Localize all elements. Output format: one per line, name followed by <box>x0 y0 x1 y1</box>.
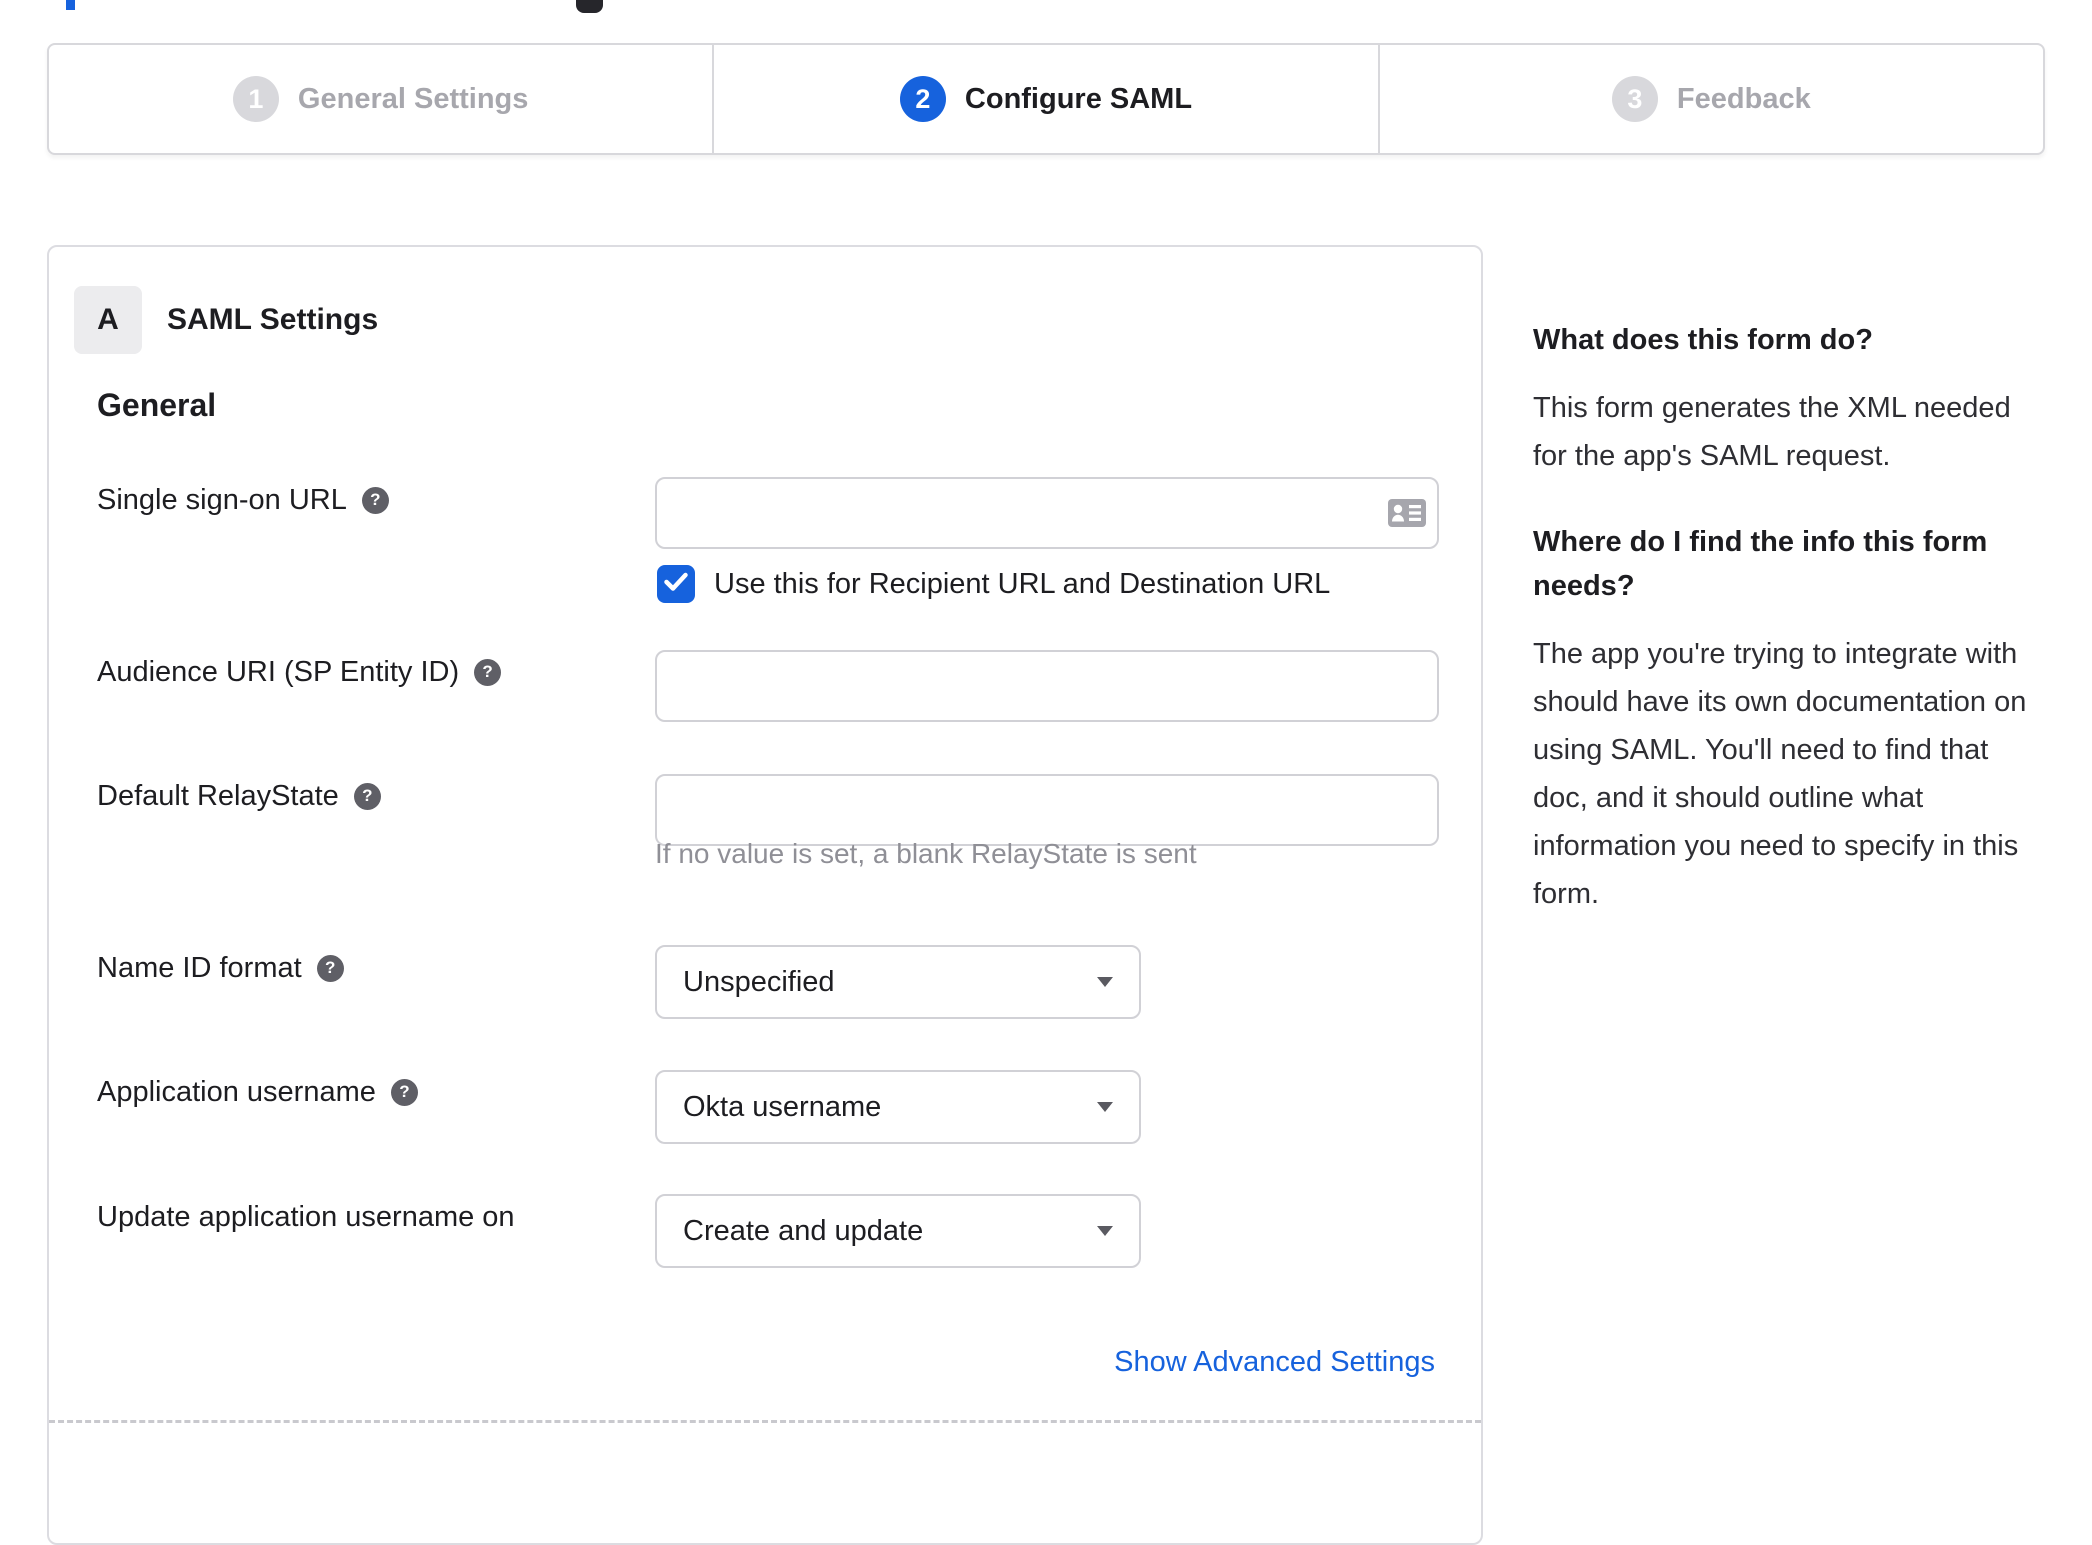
relay-state-help-icon[interactable]: ? <box>353 782 381 810</box>
saml-settings-panel: A SAML Settings General Single sign-on U… <box>47 245 1483 1545</box>
chevron-down-icon <box>1097 1226 1113 1236</box>
step-1-badge: 1 <box>232 76 279 122</box>
audience-uri-label: Audience URI (SP Entity ID) <box>97 655 460 688</box>
help-sidebar: What does this form do? This form genera… <box>1533 318 2051 918</box>
section-title: SAML Settings <box>167 303 379 336</box>
step-2-badge: 2 <box>899 76 946 122</box>
sso-url-input[interactable] <box>655 477 1439 549</box>
chevron-down-icon <box>1097 1102 1113 1112</box>
cutoff-dark-icon <box>576 0 603 13</box>
help-section-what: What does this form do? This form genera… <box>1533 318 2051 480</box>
chevron-down-icon <box>1097 977 1113 987</box>
app-username-value: Okta username <box>683 1090 882 1123</box>
app-username-dropdown[interactable]: Okta username <box>655 1070 1141 1144</box>
sso-url-label: Single sign-on URL <box>97 483 347 516</box>
show-advanced-settings-link[interactable]: Show Advanced Settings <box>1114 1342 1435 1382</box>
name-id-format-value: Unspecified <box>683 965 835 998</box>
help-section-where: Where do I find the info this form needs… <box>1533 520 2051 918</box>
name-id-format-dropdown[interactable]: Unspecified <box>655 945 1141 1019</box>
name-id-format-help-icon[interactable]: ? <box>316 954 344 982</box>
relay-state-helper-text: If no value is set, a blank RelayState i… <box>655 838 1197 869</box>
audience-uri-help-icon[interactable]: ? <box>474 658 502 686</box>
audience-uri-input[interactable] <box>655 650 1439 722</box>
step-1-label: General Settings <box>297 82 529 115</box>
help-heading-what: What does this form do? <box>1533 324 1873 356</box>
section-dashed-divider <box>49 1420 1481 1423</box>
update-username-label-row: Update application username on <box>97 1196 515 1238</box>
use-recipient-url-checkbox[interactable] <box>657 565 695 603</box>
update-username-value: Create and update <box>683 1214 924 1247</box>
step-2-label: Configure SAML <box>964 82 1193 115</box>
relay-state-label: Default RelayState <box>97 779 339 812</box>
step-3-label: Feedback <box>1676 82 1811 115</box>
update-username-dropdown[interactable]: Create and update <box>655 1194 1141 1268</box>
help-body-what: This form generates the XML needed for t… <box>1533 392 2011 472</box>
sso-url-label-row: Single sign-on URL ? <box>97 479 389 521</box>
update-username-label: Update application username on <box>97 1200 515 1233</box>
audience-uri-label-row: Audience URI (SP Entity ID) ? <box>97 651 502 693</box>
general-heading: General <box>97 387 217 423</box>
section-a-badge: A <box>74 286 142 354</box>
app-username-label-row: Application username ? <box>97 1071 418 1113</box>
step-3-badge: 3 <box>1611 76 1658 122</box>
sso-url-help-icon[interactable]: ? <box>361 486 389 514</box>
step-configure-saml[interactable]: 2 Configure SAML <box>712 45 1377 153</box>
wizard-stepper: 1 General Settings 2 Configure SAML 3 Fe… <box>47 43 2045 155</box>
cutoff-blue-accent <box>66 0 75 10</box>
name-id-format-label: Name ID format <box>97 951 302 984</box>
help-heading-where: Where do I find the info this form needs… <box>1533 526 1988 602</box>
name-id-format-label-row: Name ID format ? <box>97 947 344 989</box>
use-recipient-url-checkbox-label: Use this for Recipient URL and Destinati… <box>714 568 1331 600</box>
app-username-help-icon[interactable]: ? <box>390 1078 418 1106</box>
app-username-label: Application username <box>97 1075 376 1108</box>
step-feedback[interactable]: 3 Feedback <box>1377 45 2043 153</box>
relay-state-label-row: Default RelayState ? <box>97 775 381 817</box>
help-body-where: The app you're trying to integrate with … <box>1533 638 2027 910</box>
checkmark-icon <box>663 571 689 598</box>
step-general-settings[interactable]: 1 General Settings <box>49 45 712 153</box>
